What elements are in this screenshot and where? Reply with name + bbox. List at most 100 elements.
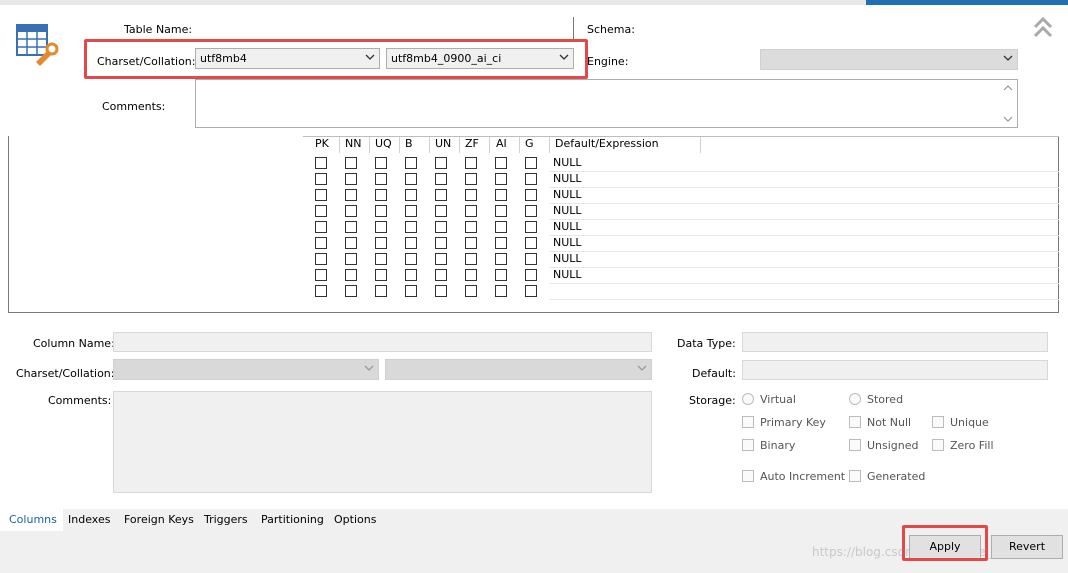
tab-indexes[interactable]: Indexes (68, 513, 110, 526)
tab-partitioning[interactable]: Partitioning (261, 513, 324, 526)
grid-flag-checkbox[interactable] (465, 285, 477, 297)
grid-default-value[interactable]: NULL (553, 220, 582, 233)
header-nn[interactable]: NN (345, 137, 361, 150)
grid-flag-checkbox[interactable] (345, 285, 357, 297)
grid-flag-checkbox[interactable] (495, 205, 507, 217)
header-uq[interactable]: UQ (375, 137, 392, 150)
grid-flag-checkbox[interactable] (405, 237, 417, 249)
grid-flag-checkbox[interactable] (465, 205, 477, 217)
grid-flag-checkbox[interactable] (435, 205, 447, 217)
grid-flag-checkbox[interactable] (435, 189, 447, 201)
grid-flag-checkbox[interactable] (465, 221, 477, 233)
unsigned-checkbox[interactable] (849, 439, 861, 451)
generated-checkbox[interactable] (849, 470, 861, 482)
grid-flag-checkbox[interactable] (525, 189, 537, 201)
grid-flag-checkbox[interactable] (435, 237, 447, 249)
grid-default-value[interactable]: NULL (553, 236, 582, 249)
grid-flag-checkbox[interactable] (345, 221, 357, 233)
grid-flag-checkbox[interactable] (345, 269, 357, 281)
grid-flag-checkbox[interactable] (405, 157, 417, 169)
header-zf[interactable]: ZF (465, 137, 479, 150)
grid-flag-checkbox[interactable] (375, 221, 387, 233)
grid-flag-checkbox[interactable] (495, 157, 507, 169)
header-g[interactable]: G (525, 137, 534, 150)
grid-flag-checkbox[interactable] (525, 221, 537, 233)
grid-flag-checkbox[interactable] (375, 157, 387, 169)
grid-flag-checkbox[interactable] (405, 221, 417, 233)
grid-default-value[interactable]: NULL (553, 268, 582, 281)
tab-columns-label[interactable]: Columns (9, 513, 57, 526)
grid-flag-checkbox[interactable] (495, 285, 507, 297)
default-input[interactable] (742, 360, 1048, 380)
grid-default-value[interactable]: NULL (553, 188, 582, 201)
column-name-input[interactable] (113, 332, 652, 352)
grid-flag-checkbox[interactable] (525, 253, 537, 265)
grid-flag-checkbox[interactable] (495, 221, 507, 233)
grid-flag-checkbox[interactable] (435, 269, 447, 281)
grid-flag-checkbox[interactable] (435, 221, 447, 233)
scroll-down-icon[interactable] (1003, 115, 1013, 123)
engine-select[interactable] (760, 49, 1018, 70)
grid-flag-checkbox[interactable] (495, 269, 507, 281)
grid-flag-checkbox[interactable] (405, 253, 417, 265)
column-charset-select[interactable] (113, 359, 379, 380)
grid-flag-checkbox[interactable] (525, 173, 537, 185)
grid-flag-checkbox[interactable] (495, 237, 507, 249)
data-type-input[interactable] (742, 332, 1048, 352)
grid-flag-checkbox[interactable] (345, 173, 357, 185)
tab-triggers[interactable]: Triggers (204, 513, 248, 526)
grid-flag-checkbox[interactable] (345, 157, 357, 169)
tab-foreign-keys[interactable]: Foreign Keys (124, 513, 194, 526)
tab-options[interactable]: Options (334, 513, 376, 526)
grid-flag-checkbox[interactable] (345, 237, 357, 249)
storage-virtual-radio[interactable] (742, 393, 754, 405)
grid-flag-checkbox[interactable] (315, 157, 327, 169)
grid-flag-checkbox[interactable] (375, 189, 387, 201)
grid-flag-checkbox[interactable] (405, 173, 417, 185)
grid-flag-checkbox[interactable] (525, 205, 537, 217)
auto-increment-checkbox[interactable] (742, 470, 754, 482)
grid-flag-checkbox[interactable] (345, 189, 357, 201)
grid-flag-checkbox[interactable] (435, 285, 447, 297)
grid-flag-checkbox[interactable] (375, 237, 387, 249)
grid-flag-checkbox[interactable] (315, 189, 327, 201)
grid-flag-checkbox[interactable] (375, 269, 387, 281)
grid-flag-checkbox[interactable] (315, 285, 327, 297)
grid-flag-checkbox[interactable] (375, 205, 387, 217)
grid-flag-checkbox[interactable] (495, 189, 507, 201)
grid-default-value[interactable]: NULL (553, 252, 582, 265)
grid-default-value[interactable]: NULL (553, 172, 582, 185)
grid-flag-checkbox[interactable] (405, 285, 417, 297)
grid-flag-checkbox[interactable] (405, 205, 417, 217)
grid-flag-checkbox[interactable] (465, 157, 477, 169)
grid-flag-checkbox[interactable] (465, 173, 477, 185)
column-comments-textarea[interactable] (113, 391, 652, 493)
grid-flag-checkbox[interactable] (495, 253, 507, 265)
grid-flag-checkbox[interactable] (315, 205, 327, 217)
grid-flag-checkbox[interactable] (525, 285, 537, 297)
binary-checkbox[interactable] (742, 439, 754, 451)
scroll-up-icon[interactable] (1003, 84, 1013, 92)
header-b[interactable]: B (405, 137, 413, 150)
grid-flag-checkbox[interactable] (525, 157, 537, 169)
header-ai[interactable]: AI (496, 137, 507, 150)
grid-flag-checkbox[interactable] (435, 157, 447, 169)
header-un[interactable]: UN (435, 137, 451, 150)
column-collation-select[interactable] (385, 359, 652, 380)
grid-flag-checkbox[interactable] (465, 269, 477, 281)
unique-checkbox[interactable] (932, 416, 944, 428)
grid-flag-checkbox[interactable] (405, 189, 417, 201)
zero-fill-checkbox[interactable] (932, 439, 944, 451)
grid-flag-checkbox[interactable] (375, 253, 387, 265)
grid-flag-checkbox[interactable] (315, 221, 327, 233)
header-pk[interactable]: PK (315, 137, 329, 150)
grid-flag-checkbox[interactable] (465, 237, 477, 249)
grid-flag-checkbox[interactable] (315, 237, 327, 249)
table-comments-textarea[interactable] (195, 79, 1018, 128)
collapse-up-icon[interactable] (1033, 16, 1053, 39)
grid-flag-checkbox[interactable] (465, 253, 477, 265)
grid-default-value[interactable]: NULL (553, 156, 582, 169)
grid-flag-checkbox[interactable] (315, 253, 327, 265)
grid-flag-checkbox[interactable] (375, 285, 387, 297)
primary-key-checkbox[interactable] (742, 416, 754, 428)
